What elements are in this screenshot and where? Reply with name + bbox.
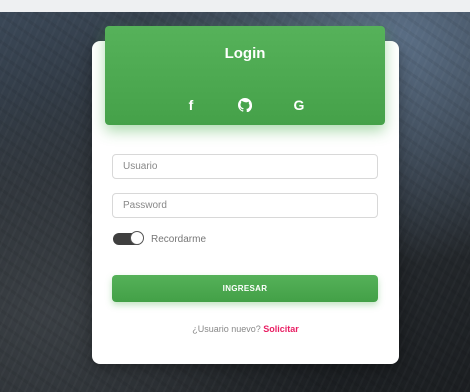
remember-me: Recordarme <box>113 231 207 246</box>
login-header: Login f G <box>105 26 385 125</box>
password-input[interactable] <box>112 193 378 218</box>
google-icon[interactable]: G <box>289 95 309 115</box>
login-title: Login <box>224 45 266 62</box>
github-icon[interactable] <box>235 95 255 115</box>
signup-prompt: ¿Usuario nuevo? Solicitar <box>92 324 399 334</box>
toggle-knob <box>130 231 144 245</box>
browser-top-strip <box>0 0 470 12</box>
social-login-row: f G <box>105 95 385 115</box>
signup-link[interactable]: Solicitar <box>263 324 299 334</box>
remember-label: Recordarme <box>151 233 207 245</box>
login-button[interactable]: INGRESAR <box>112 275 378 302</box>
facebook-icon[interactable]: f <box>181 95 201 115</box>
remember-toggle[interactable] <box>113 231 144 245</box>
signup-text: ¿Usuario nuevo? <box>192 324 261 334</box>
username-input[interactable] <box>112 154 378 179</box>
